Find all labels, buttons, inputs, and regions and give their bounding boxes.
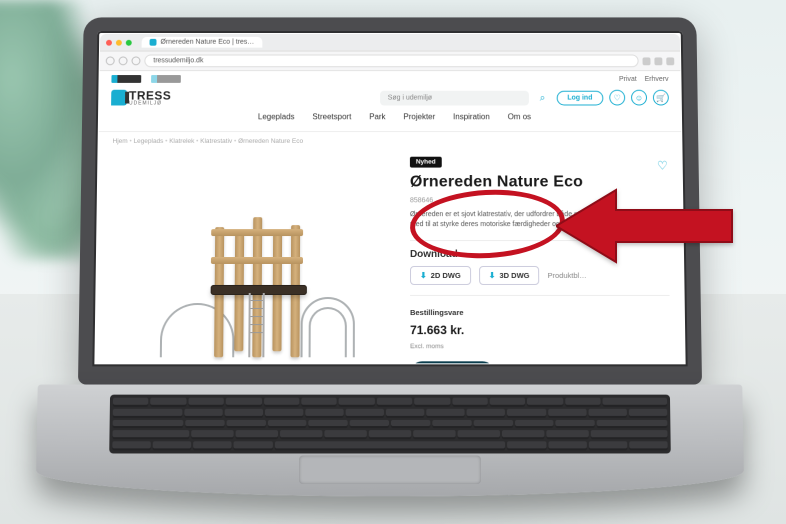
account-button[interactable]: ☺ [631,90,647,106]
logo-mark-icon [111,90,127,106]
heart-icon: ♡ [610,91,624,105]
extension-icon[interactable] [654,57,662,65]
extension-icon[interactable] [642,57,650,65]
download-3d-button[interactable]: 3D DWG [479,266,540,285]
site-header: TRESS UDEMILJØ Søg i udemiljø ⌕ Log ind [99,85,681,112]
main-nav: Legeplads Streetsport Park Projekter Ins… [99,112,681,132]
nav-item[interactable]: Inspiration [453,112,490,125]
breadcrumb-item[interactable]: Klatrestativ [200,138,238,145]
laptop-lid: Ørnereden Nature Eco | tres… tressudemil… [78,17,702,384]
breadcrumb-item: Ørnereden Nature Eco [238,138,303,145]
login-label: Log ind [567,94,592,101]
trackpad [299,456,481,485]
brand-mini-logo-icon [151,75,181,83]
product-image [152,197,353,363]
download-sheet-link[interactable]: Produktbl… [547,271,586,280]
laptop: Ørnereden Nature Eco | tres… tressudemil… [76,17,704,496]
nav-item[interactable]: Projekter [403,112,435,125]
download-heading: Download [410,249,669,260]
search-placeholder: Søg i udemiljø [388,94,432,101]
new-badge: Nyhed [410,157,442,168]
search-icon: ⌕ [540,92,546,103]
dome-bar-icon [309,307,347,357]
cart-icon: 🛒 [654,91,668,105]
laptop-keyboard [36,385,744,497]
stock-status: Bestillingsvare [410,308,670,317]
search-input[interactable]: Søg i udemiljø [380,90,529,105]
download-2d-button[interactable]: 2D DWG [410,266,471,285]
breadcrumb: Hjem Legeplads Klatrelek Klatrestativ Ør… [99,132,682,151]
arch-bar-icon [160,303,235,357]
ex-vat-label: Excl. moms [410,343,670,350]
window-titlebar: Ørnereden Nature Eco | tres… [100,34,680,52]
nav-item[interactable]: Om os [508,112,531,125]
product-content: ♡ Nyhed Ørnereden Nature Eco 858646 Ørne… [95,151,684,364]
download-section: Download 2D DWG 3D DWG Prod [410,240,670,296]
nav-item[interactable]: Park [369,112,385,125]
top-link-privat[interactable]: Privat [619,76,637,83]
product-sku: 858646 [410,197,668,204]
address-text: tressudemiljo.dk [153,57,203,64]
product-title: Ørnereden Nature Eco [410,174,668,192]
tab-title: Ørnereden Nature Eco | tres… [160,39,254,46]
product-price: 71.663 kr. [410,323,670,337]
search-button[interactable]: ⌕ [535,90,551,106]
cart-button[interactable]: 🛒 [653,90,669,106]
nav-item[interactable]: Legeplads [258,112,295,125]
download-3d-label: 3D DWG [499,271,529,280]
breadcrumb-item[interactable]: Hjem [113,138,134,145]
login-button[interactable]: Log ind [556,90,603,105]
top-strip: Privat Erhverv [99,71,680,85]
download-icon [420,271,427,280]
breadcrumb-item[interactable]: Klatrelek [169,138,200,145]
forward-icon[interactable] [119,56,128,65]
wishlist-button[interactable]: ♡ [609,90,625,106]
download-icon [489,271,496,280]
breadcrumb-item[interactable]: Legeplads [133,138,169,145]
brand-mini-logo-icon [111,75,141,83]
webpage: Privat Erhverv TRESS UDEMILJØ S [95,71,684,363]
top-link-erhverv[interactable]: Erhverv [645,76,669,83]
address-bar[interactable]: tressudemiljo.dk [144,55,638,68]
reload-icon[interactable] [131,56,140,65]
favicon-icon [150,39,157,46]
favorite-button[interactable]: ♡ [657,159,668,173]
address-bar-row: tressudemiljo.dk [100,52,681,72]
ladder-icon [249,293,265,357]
minimize-window-icon[interactable] [116,39,122,45]
browser-tab[interactable]: Ørnereden Nature Eco | tres… [142,37,263,48]
price-value: 71.663 kr. [410,323,464,337]
product-description: Ørnereden er et sjovt klatrestativ, der … [410,210,669,229]
site-logo[interactable]: TRESS UDEMILJØ [111,89,171,107]
screen: Ørnereden Nature Eco | tres… tressudemil… [95,34,684,363]
user-icon: ☺ [632,91,646,105]
back-icon[interactable] [106,56,115,65]
menu-icon[interactable] [666,57,674,65]
nav-item[interactable]: Streetsport [312,112,351,125]
expand-chevron-icon[interactable]: ⌄ [503,360,525,363]
product-panel: ♡ Nyhed Ørnereden Nature Eco 858646 Ørne… [410,157,671,364]
product-gallery [109,157,396,364]
close-window-icon[interactable] [106,39,112,45]
add-to-cart-button[interactable]: Læg i k… [410,361,495,363]
download-2d-label: 2D DWG [431,271,461,280]
maximize-window-icon[interactable] [126,39,132,45]
